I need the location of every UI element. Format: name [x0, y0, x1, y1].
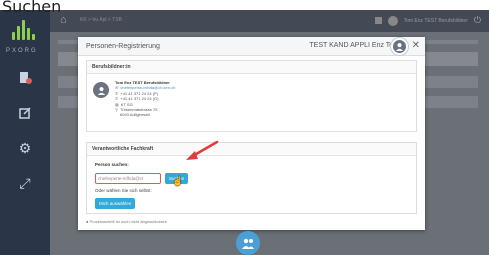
building-icon: ▦ — [115, 101, 119, 107]
or-select-self-label: Oder wählen Sie sich selbst: — [95, 188, 152, 193]
dialog-title: Personen-Registrierung — [86, 43, 160, 50]
location-icon: ⚲ — [115, 107, 118, 113]
person-phone-business: +41 41 371 24 24 (G) — [120, 96, 159, 102]
power-icon[interactable]: ⏻ — [474, 15, 481, 26]
header-avatar-icon — [391, 38, 408, 55]
user-avatar-icon[interactable] — [387, 15, 398, 26]
page-caption: Suchen — [2, 0, 62, 16]
users-fab-icon[interactable] — [236, 231, 260, 255]
specialist-section-title: Verantwortliche Fachkraft — [87, 143, 416, 156]
person-company: KT SG — [120, 101, 133, 107]
annotation-arrow-icon — [186, 140, 219, 160]
registration-dialog: Personen-Registrierung TEST KAND APPLI E… — [78, 37, 425, 230]
edit-icon[interactable] — [16, 105, 34, 121]
mail-icon: ✉ — [115, 85, 119, 91]
sidebar: PXORG ⚙ ⤢ — [0, 10, 50, 255]
process-note: ● Prozessschritt ist noch nicht abgeschl… — [86, 219, 167, 224]
mouse-cursor-icon: ☝ — [172, 176, 184, 186]
select-self-button[interactable]: Mich auswählen — [95, 198, 136, 209]
person-street: Türkenmatstrasse 75 — [119, 107, 158, 113]
person-phone-private: +41 41 371 24 24 (P) — [120, 90, 159, 96]
top-bar: ⌂ KK > tru Apl > TSB Tom Enz TEST Berufs… — [50, 10, 489, 32]
person-search-input[interactable]: chefexperte-infhda@ct — [95, 173, 161, 184]
dialog-header-user: TEST KAND APPLI Enz Tom — [309, 42, 399, 49]
user-name[interactable]: Tom Enz TEST Berufsbildner — [404, 18, 468, 24]
dialog-header: Personen-Registrierung TEST KAND APPLI E… — [78, 37, 425, 56]
file-alert-icon[interactable] — [16, 70, 34, 86]
close-icon[interactable]: ✕ — [412, 40, 420, 51]
process-note-text: Prozessschritt ist noch nicht abgeschlos… — [89, 219, 167, 224]
logo-icon — [12, 18, 38, 40]
trainer-section-title: Berufsbildner:in — [87, 61, 416, 74]
expand-icon[interactable]: ⤢ — [16, 175, 34, 191]
search-label: Person suchen: — [95, 162, 129, 167]
phone-icon: ✆ — [115, 96, 119, 102]
phone-icon: ✆ — [115, 90, 119, 96]
gear-icon[interactable]: ⚙ — [16, 140, 34, 156]
person-city: 6043 Adligenswil — [120, 112, 150, 118]
breadcrumb[interactable]: KK > tru Apl > TSB — [80, 17, 122, 23]
brand-text: PXORG — [6, 48, 38, 54]
screenshot-frame: PXORG ⚙ ⤢ ⌂ KK > tru Apl > TSB Tom Enz T… — [0, 0, 489, 255]
trainer-section: Berufsbildner:in Tom Enz TEST Berufsbild… — [86, 60, 417, 132]
person-avatar-icon — [93, 82, 109, 98]
specialist-section: Verantwortliche Fachkraft Person suchen:… — [86, 142, 417, 214]
person-details: Tom Enz TEST Berufsbildner ✉ chefexpertw-… — [115, 80, 175, 118]
user-info: Tom Enz TEST Berufsbildner ⏻ — [374, 15, 481, 26]
person-email[interactable]: chefexpertw-infhda@ch.ken.ch — [120, 85, 175, 90]
info-icon: ● — [86, 219, 89, 224]
grid-icon[interactable] — [374, 17, 382, 24]
